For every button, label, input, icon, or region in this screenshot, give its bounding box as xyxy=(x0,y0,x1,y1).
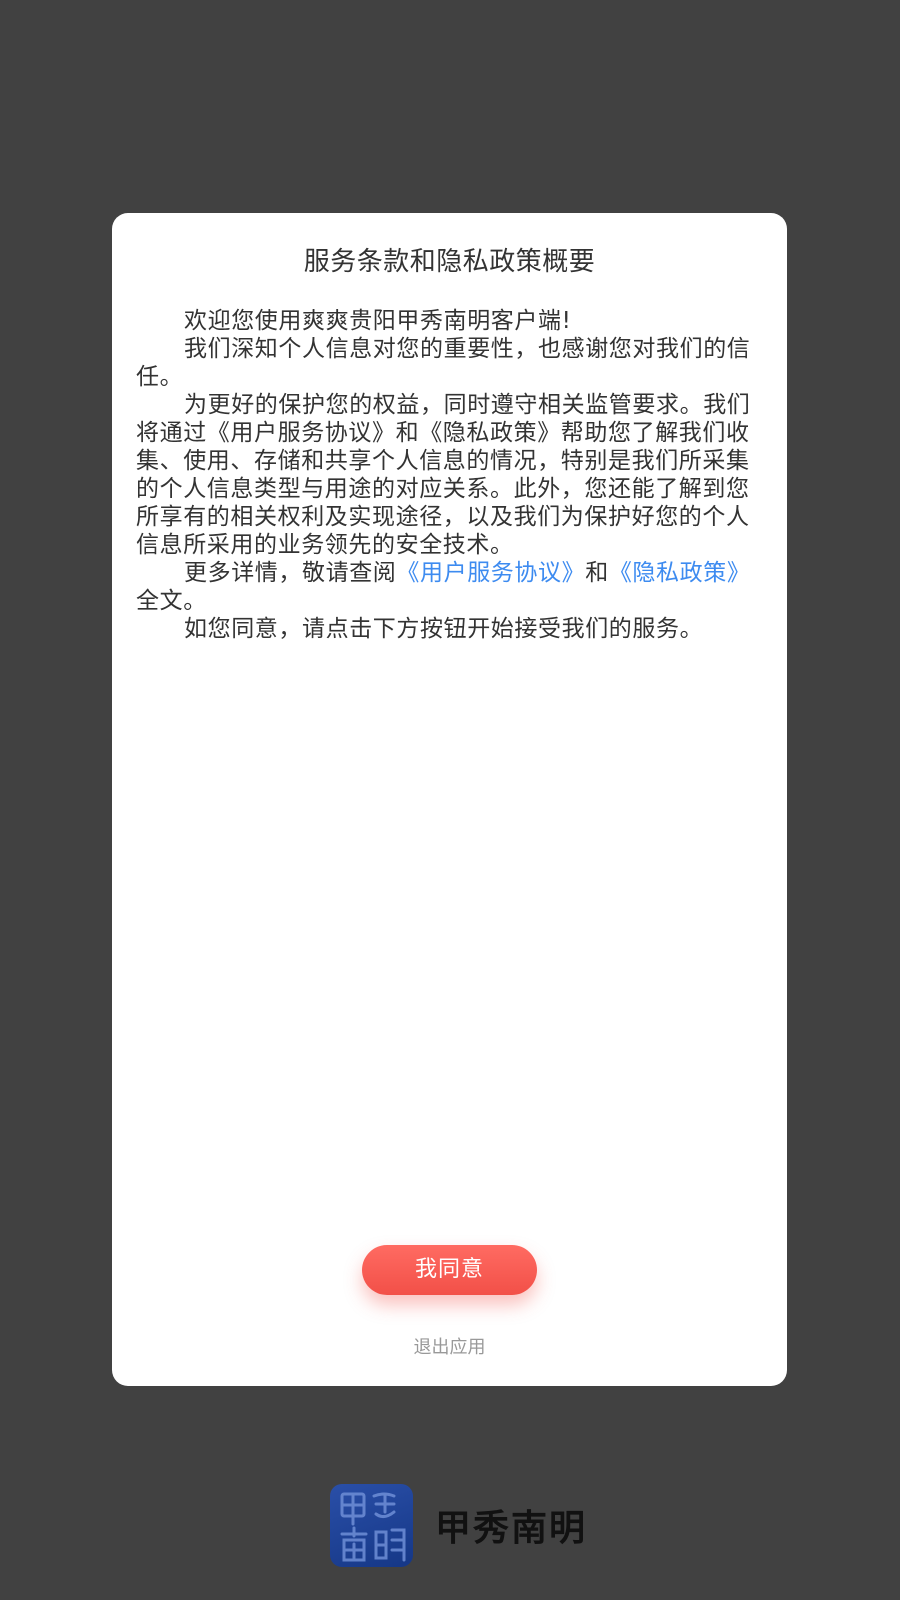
brand-logo-icon xyxy=(330,1483,413,1567)
brand-name: 甲秀南明 xyxy=(435,1508,588,1549)
privacy-policy-link[interactable]: 《隐私政策》 xyxy=(609,560,751,586)
welcome-paragraph: 欢迎您使用爽爽贵阳甲秀南明客户端! xyxy=(184,308,572,334)
brand-footer: 甲秀南明 xyxy=(330,1483,587,1567)
details-paragraph: 更多详情，敬请查阅《用户服务协议》和《隐私政策》全文。 xyxy=(136,559,761,615)
details-middle: 和 xyxy=(585,560,609,586)
dialog-title: 服务条款和隐私政策概要 xyxy=(303,247,596,277)
brand-logo-calligraphy xyxy=(340,1492,406,1561)
importance-paragraph: 我们深知个人信息对您的重要性，也感谢您对我们的信任。 xyxy=(136,336,751,390)
agree-button[interactable]: 我同意 xyxy=(362,1245,537,1295)
privacy-policy-dialog: 服务条款和隐私政策概要 欢迎您使用爽爽贵阳甲秀南明客户端! 我们深知个人信息对您… xyxy=(112,213,787,1386)
exit-app-link[interactable]: 退出应用 xyxy=(112,1333,787,1359)
consent-paragraph: 如您同意，请点击下方按钮开始接受我们的服务。 xyxy=(184,616,704,642)
app-screen: 服务条款和隐私政策概要 欢迎您使用爽爽贵阳甲秀南明客户端! 我们深知个人信息对您… xyxy=(0,0,900,1600)
dialog-body: 欢迎您使用爽爽贵阳甲秀南明客户端! 我们深知个人信息对您的重要性，也感谢您对我们… xyxy=(136,307,761,643)
rights-paragraph: 为更好的保护您的权益，同时遵守相关监管要求。我们将通过《用户服务协议》和《隐私政… xyxy=(136,392,751,558)
user-service-agreement-link[interactable]: 《用户服务协议》 xyxy=(396,560,585,586)
details-suffix: 全文。 xyxy=(136,588,207,614)
details-prefix: 更多详情，敬请查阅 xyxy=(184,560,397,586)
